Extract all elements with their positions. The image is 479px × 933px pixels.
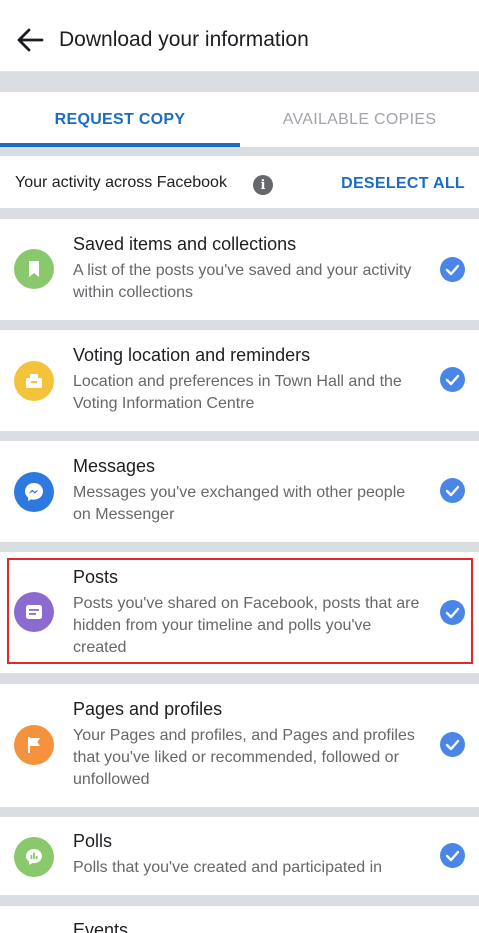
item-title: Messages (73, 456, 156, 476)
checkbox-checked-icon[interactable] (440, 843, 465, 868)
section-title: Your activity across Facebook (15, 174, 227, 191)
item-description: A list of the posts you've saved and you… (73, 262, 412, 301)
item-title: Pages and profiles (73, 699, 223, 719)
back-button[interactable] (12, 22, 48, 58)
page-title: Download your information (59, 28, 309, 51)
item-description: Polls that you've created and participat… (73, 859, 383, 876)
active-tab-indicator (0, 143, 240, 147)
tab-available-copies[interactable]: AVAILABLE COPIES (240, 92, 479, 147)
checkbox-checked-icon[interactable] (440, 257, 465, 282)
tab-bar: REQUEST COPY AVAILABLE COPIES (0, 92, 479, 147)
item-title: Events (73, 920, 129, 933)
tab-request-copy[interactable]: REQUEST COPY (0, 92, 240, 147)
checkbox-checked-icon[interactable] (440, 478, 465, 503)
item-description: Messages you've exchanged with other peo… (73, 484, 406, 523)
app-header: Download your information (0, 0, 479, 72)
list-item-messages[interactable]: Messages Messages you've exchanged with … (0, 441, 479, 542)
bookmark-icon (14, 249, 54, 289)
list-item-pages-profiles[interactable]: Pages and profiles Your Pages and profil… (0, 684, 479, 807)
item-title: Saved items and collections (73, 234, 297, 254)
ballot-box-icon (14, 361, 54, 401)
messenger-icon (14, 472, 54, 512)
checkbox-checked-icon[interactable] (440, 732, 465, 757)
item-description: Location and preferences in Town Hall an… (73, 373, 402, 412)
list-item-voting[interactable]: Voting location and reminders Location a… (0, 330, 479, 431)
item-description: Your Pages and profiles, and Pages and p… (73, 727, 415, 788)
item-title: Voting location and reminders (73, 345, 311, 365)
poll-icon (14, 837, 54, 877)
list-item-events[interactable]: Events (0, 906, 479, 933)
info-icon[interactable]: i (253, 175, 273, 195)
list-item-polls[interactable]: Polls Polls that you've created and part… (0, 817, 479, 895)
highlight-box (7, 558, 473, 664)
deselect-all-button[interactable]: DESELECT ALL (341, 175, 465, 193)
back-arrow-icon (17, 28, 44, 52)
checkbox-checked-icon[interactable] (440, 367, 465, 392)
item-title: Polls (73, 831, 113, 851)
list-item-saved-items[interactable]: Saved items and collections A list of th… (0, 219, 479, 320)
flag-icon (14, 725, 54, 765)
